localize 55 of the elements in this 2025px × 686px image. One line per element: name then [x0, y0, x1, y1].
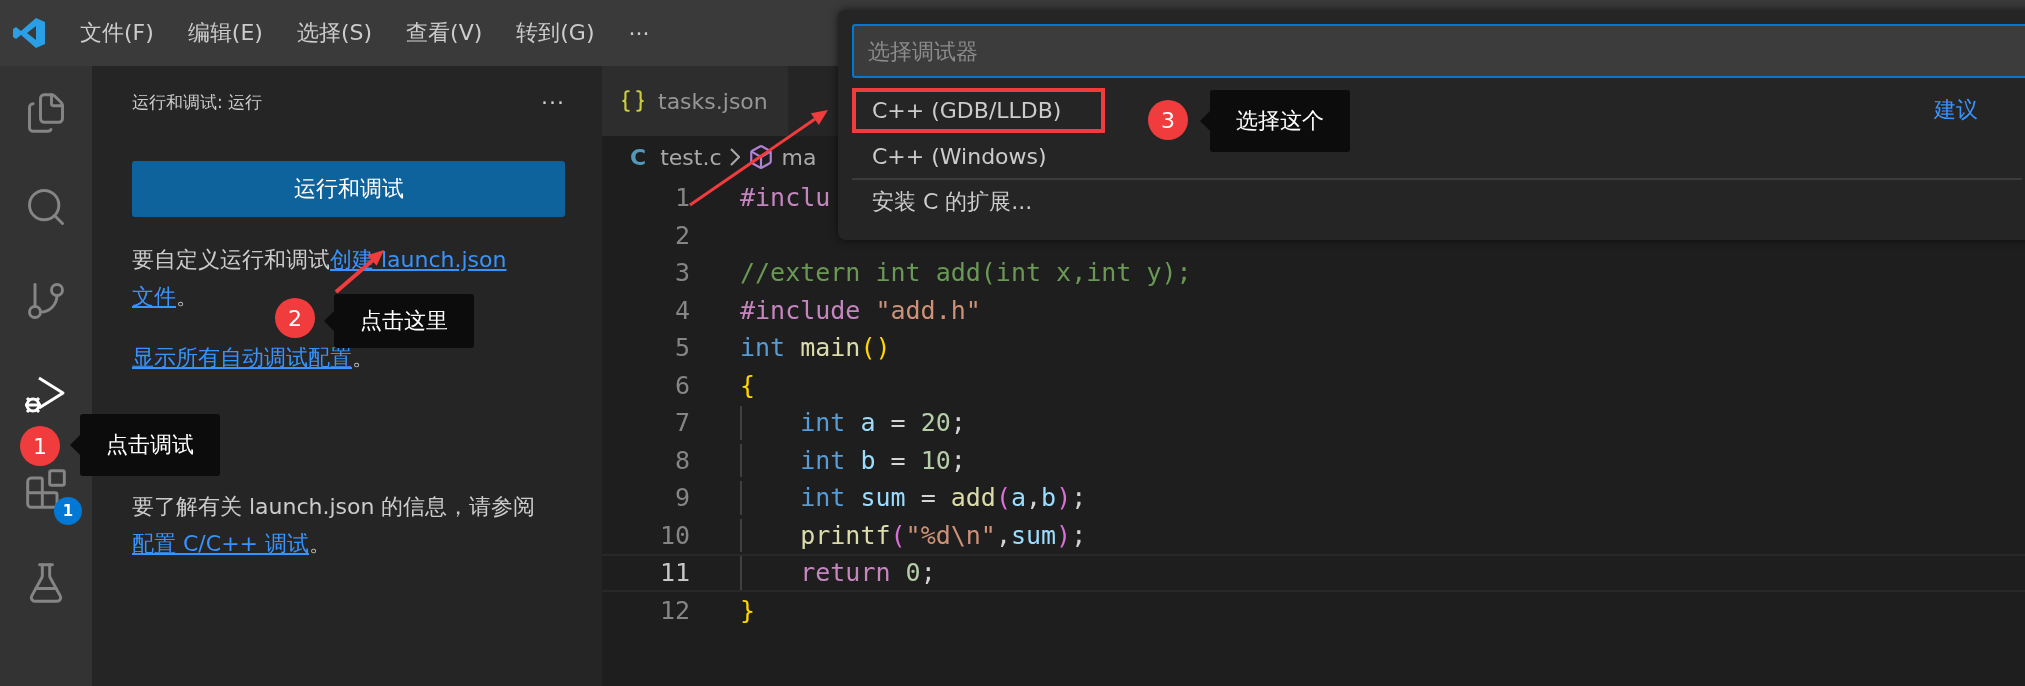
code-line: printf("%d\n",sum); [799, 520, 1087, 550]
panel-title: 运行和调试: 运行 [132, 90, 263, 114]
code-line: { [740, 370, 756, 400]
menu-item[interactable]: 查看(V) [406, 18, 483, 48]
line-number: 12 [658, 595, 690, 625]
debugger-option[interactable]: C++ (Windows) [856, 137, 1087, 175]
menu-item[interactable]: 文件(F) [80, 18, 154, 48]
link[interactable]: 文件 [132, 284, 176, 309]
count-badge: 1 [54, 497, 82, 525]
link[interactable]: 配置 C/C++ 调试 [132, 531, 309, 556]
line-number: 6 [673, 370, 690, 400]
line-number: 2 [673, 220, 690, 250]
line-number: 3 [673, 258, 690, 288]
callout-label: 选择这个 [1210, 90, 1350, 152]
code-line: #include "add.h" [740, 295, 981, 325]
code-line: int sum = add(a,b); [799, 483, 1087, 513]
more-menu[interactable]: ··· [628, 20, 650, 46]
line-number: 10 [658, 520, 690, 550]
help-text: 。 [176, 284, 198, 309]
code-line: int a = 20; [799, 408, 966, 438]
line-number: 4 [673, 295, 690, 325]
help-text: 要了解有关 launch.json 的信息，请参阅 [132, 494, 536, 519]
line-number: 5 [673, 333, 690, 363]
line-number: 11 [658, 558, 690, 588]
cube-icon [747, 144, 774, 170]
menu-item[interactable]: 编辑(E) [187, 18, 263, 48]
suggested-label: 建议 [1934, 96, 1978, 124]
run-debug-button[interactable]: 运行和调试 [132, 161, 565, 217]
code-line: int b = 10; [799, 445, 966, 475]
file-type-label: C [630, 144, 647, 170]
line-number: 9 [673, 483, 690, 513]
line-number: 8 [673, 445, 690, 475]
chevron-icon [729, 148, 740, 166]
line-number: 1 [673, 183, 690, 213]
debugger-option[interactable]: 安装 C 的扩展... [856, 181, 1073, 223]
callout-label: 点击调试 [80, 414, 220, 476]
more-actions[interactable]: ··· [541, 89, 565, 115]
menu-item[interactable]: 选择(S) [296, 18, 373, 48]
editor-tab[interactable]: tasks.json [602, 66, 788, 136]
code-line: int main() [740, 333, 891, 363]
line-number: 7 [673, 408, 690, 438]
json-file-icon [620, 88, 646, 114]
code-line: //extern int add(int x,int y); [740, 258, 1192, 288]
breadcrumb-item[interactable]: ma [781, 144, 817, 170]
debugger-search-field[interactable]: 选择调试器 [852, 24, 2025, 78]
code-line: } [740, 595, 756, 625]
callout-label: 点击这里 [334, 294, 474, 348]
help-text: 要自定义运行和调试 [132, 247, 330, 272]
help-text: 。 [309, 531, 331, 556]
code-line: return 0; [799, 558, 936, 588]
app-logo-icon [12, 16, 46, 50]
breadcrumb-item[interactable]: test.c [660, 144, 722, 170]
help-text: 。 [352, 345, 374, 370]
code-line: #inclu [740, 183, 831, 213]
menu-item[interactable]: 转到(G) [516, 18, 595, 48]
